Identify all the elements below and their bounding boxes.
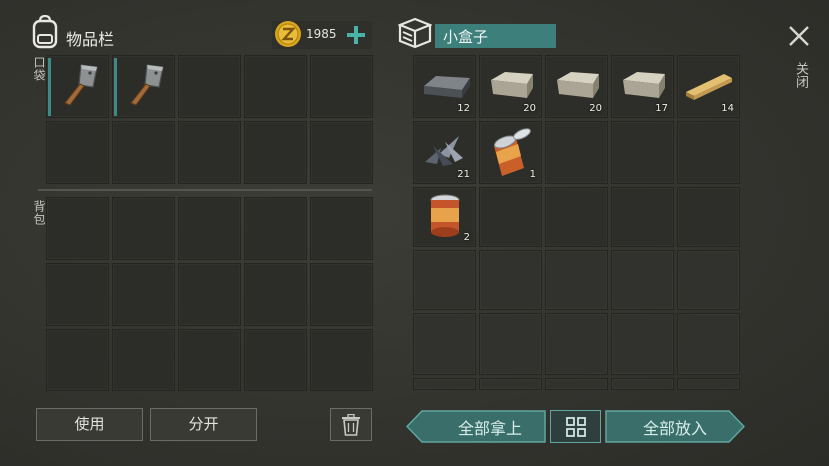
backpack-icon — [30, 14, 60, 49]
pocket-slot[interactable] — [112, 121, 175, 184]
locked-slot — [545, 378, 608, 390]
pocket-slot[interactable] — [244, 55, 307, 118]
backpack-slot[interactable] — [112, 197, 175, 260]
backpack-slot[interactable] — [112, 329, 175, 391]
inventory-title: 物品栏 — [66, 30, 115, 49]
add-coins-button[interactable] — [346, 25, 366, 45]
backpack-slot[interactable] — [244, 197, 307, 260]
container-slot[interactable] — [545, 187, 608, 247]
container-slot[interactable]: 1 — [479, 121, 542, 184]
take-all-label: 全部拿上 — [457, 418, 522, 438]
pocket-slot[interactable] — [46, 55, 109, 125]
pocket-slot[interactable] — [46, 121, 109, 184]
container-slot[interactable]: 21 — [413, 121, 476, 184]
locked-slot — [611, 378, 674, 390]
take-all-button[interactable]: 全部拿上 — [406, 410, 546, 443]
pocket-slot[interactable] — [310, 121, 373, 184]
container-slot[interactable]: 14 — [677, 55, 740, 118]
backpack-slot[interactable] — [46, 329, 109, 391]
pocket-slot[interactable] — [310, 55, 373, 118]
backpack-slot[interactable] — [244, 263, 307, 326]
locked-slot — [677, 250, 740, 310]
container-slot[interactable] — [677, 187, 740, 247]
discard-button[interactable] — [330, 408, 372, 441]
locked-slot — [545, 313, 608, 375]
locked-slot — [677, 378, 740, 390]
stone-block-icon — [491, 72, 533, 98]
container-slot[interactable] — [479, 187, 542, 247]
sort-button[interactable] — [550, 410, 601, 443]
canned-food-icon — [430, 194, 460, 237]
stone-block-icon — [557, 72, 599, 98]
backpack-slot[interactable] — [112, 263, 175, 326]
pocket-slot[interactable] — [244, 121, 307, 184]
selection-marker — [48, 58, 51, 116]
container-slot[interactable]: 2 — [413, 187, 476, 247]
coin-count: 1985 — [306, 27, 337, 41]
container-slot[interactable]: 17 — [611, 55, 674, 118]
backpack-slot[interactable] — [178, 197, 241, 260]
locked-slot — [479, 250, 542, 310]
container-slot[interactable] — [611, 121, 674, 184]
container-slot[interactable] — [611, 187, 674, 247]
iron-ingot-icon — [424, 76, 470, 98]
locked-slot — [413, 378, 476, 390]
container-slot[interactable]: 20 — [545, 55, 608, 118]
pocket-slot[interactable] — [178, 55, 241, 118]
section-divider — [38, 189, 372, 191]
grid-icon — [566, 417, 586, 437]
backpack-slot[interactable] — [46, 197, 109, 260]
put-all-button[interactable]: 全部放入 — [605, 410, 745, 443]
trash-icon — [342, 414, 360, 436]
durability-marks — [90, 110, 102, 125]
selection-marker — [114, 58, 117, 116]
locked-slot — [677, 313, 740, 375]
item-quantity: 14 — [721, 103, 734, 114]
backpack-slot[interactable] — [244, 329, 307, 391]
durability-marks — [156, 110, 168, 125]
item-quantity: 12 — [457, 103, 470, 114]
close-icon — [789, 26, 809, 46]
opened-can-icon — [494, 128, 531, 176]
item-quantity: 17 — [655, 103, 668, 114]
stone-block-icon — [623, 72, 665, 98]
locked-slot — [413, 313, 476, 375]
cleaver-icon — [64, 64, 98, 106]
item-quantity: 20 — [523, 103, 536, 114]
locked-slot — [413, 250, 476, 310]
locked-slot — [479, 378, 542, 390]
container-slot[interactable]: 20 — [479, 55, 542, 118]
close-label: 关闭 — [793, 62, 808, 88]
cleaver-icon — [130, 64, 164, 106]
locked-slot — [611, 313, 674, 375]
container-title-field[interactable]: 小盒子 — [435, 24, 556, 48]
backpack-slot[interactable] — [310, 263, 373, 326]
locked-slot — [479, 313, 542, 375]
container-slot[interactable] — [545, 121, 608, 184]
put-all-label: 全部放入 — [642, 418, 707, 438]
item-quantity: 21 — [457, 169, 470, 180]
item-quantity: 2 — [463, 232, 470, 243]
pocket-slot[interactable] — [178, 121, 241, 184]
scrap-metal-icon — [425, 136, 463, 166]
backpack-slot[interactable] — [310, 197, 373, 260]
backpack-slot[interactable] — [310, 329, 373, 391]
backpack-slot[interactable] — [46, 263, 109, 326]
use-button[interactable]: 使用 — [36, 408, 143, 441]
wooden-plank-icon — [686, 74, 732, 100]
close-button[interactable]: 关闭 — [784, 22, 814, 102]
box-icon — [397, 17, 433, 49]
backpack-slot[interactable] — [178, 263, 241, 326]
backpack-slot[interactable] — [178, 329, 241, 391]
container-slot[interactable] — [677, 121, 740, 184]
item-quantity: 20 — [589, 103, 602, 114]
item-quantity: 1 — [529, 169, 536, 180]
pocket-slot[interactable] — [112, 55, 175, 125]
locked-slot — [545, 250, 608, 310]
split-button[interactable]: 分开 — [150, 408, 257, 441]
container-slot[interactable]: 12 — [413, 55, 476, 118]
container-title: 小盒子 — [443, 28, 489, 46]
coin-icon — [274, 20, 302, 48]
locked-slot — [611, 250, 674, 310]
